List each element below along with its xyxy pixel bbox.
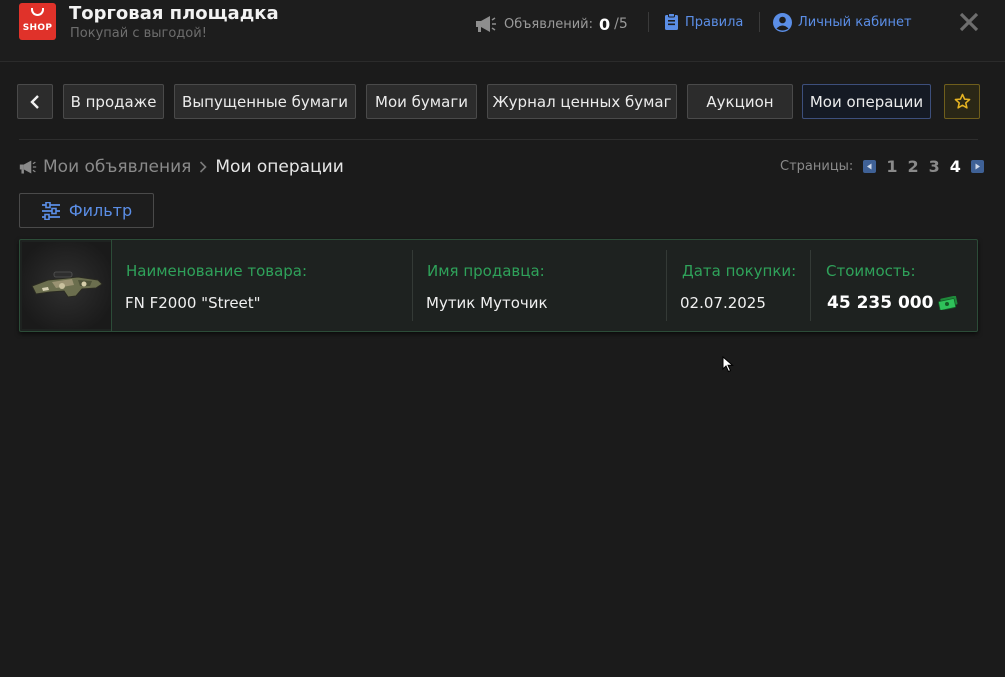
tab-on-sale[interactable]: В продаже xyxy=(63,84,164,119)
app-subtitle: Покупай с выгодой! xyxy=(70,26,207,41)
breadcrumb-parent[interactable]: Мои объявления xyxy=(43,157,191,177)
caret-left-icon xyxy=(867,163,872,169)
tab-issued-papers[interactable]: Выпущенные бумаги xyxy=(174,84,356,119)
purchase-date-value: 02.07.2025 xyxy=(680,294,766,312)
item-name-value: FN F2000 "Street" xyxy=(125,294,261,312)
item-thumbnail xyxy=(22,242,111,329)
mouse-cursor-icon xyxy=(722,356,734,373)
close-icon xyxy=(959,12,979,32)
tab-auction[interactable]: Аукцион xyxy=(687,84,793,119)
filter-button[interactable]: Фильтр xyxy=(19,193,154,228)
operation-row: Наименование товара: FN F2000 "Street" И… xyxy=(19,239,978,332)
seller-value: Мутик Муточик xyxy=(426,294,548,312)
app-title: Торговая площадка xyxy=(69,3,279,24)
chevron-left-icon xyxy=(30,94,39,109)
page-4-current[interactable]: 4 xyxy=(950,157,961,176)
favorites-button[interactable] xyxy=(944,84,980,119)
logo-text: SHOP xyxy=(22,23,53,33)
ads-counter: Объявлений: 0 /5 xyxy=(475,14,628,34)
user-circle-icon xyxy=(773,12,792,32)
next-page-button[interactable] xyxy=(970,159,984,173)
column-divider xyxy=(111,240,112,331)
section-divider xyxy=(19,139,978,140)
ads-count: 0 xyxy=(599,14,611,34)
megaphone-icon xyxy=(19,160,37,174)
header-divider xyxy=(648,12,649,32)
breadcrumb-current: Мои операции xyxy=(215,157,344,177)
caret-right-icon xyxy=(975,163,980,169)
page-2[interactable]: 2 xyxy=(907,157,918,176)
purchase-date-label: Дата покупки: xyxy=(682,262,797,280)
shop-logo: SHOP xyxy=(19,3,56,40)
pagination-label: Страницы: xyxy=(780,158,854,174)
page-3[interactable]: 3 xyxy=(929,157,940,176)
chevron-right-icon xyxy=(200,161,208,173)
clipboard-icon xyxy=(665,13,678,30)
page-1[interactable]: 1 xyxy=(886,157,897,176)
item-name-label: Наименование товара: xyxy=(126,262,308,280)
megaphone-icon xyxy=(476,16,496,32)
header-divider xyxy=(759,12,760,32)
rules-link[interactable]: Правила xyxy=(664,11,743,33)
price: 45 235 000 xyxy=(827,292,958,314)
back-button[interactable] xyxy=(17,84,53,119)
filter-label: Фильтр xyxy=(68,201,133,220)
prev-page-button[interactable] xyxy=(863,159,877,173)
header: SHOP Торговая площадка Покупай с выгодой… xyxy=(0,0,1005,62)
column-divider xyxy=(810,250,811,321)
rules-label: Правила xyxy=(685,14,744,30)
seller-label: Имя продавца: xyxy=(427,262,545,280)
rifle-icon xyxy=(31,271,103,298)
tab-my-papers[interactable]: Мои бумаги xyxy=(366,84,477,119)
column-divider xyxy=(412,250,413,321)
sliders-icon xyxy=(41,201,60,220)
tab-my-operations[interactable]: Мои операции xyxy=(802,84,931,119)
tab-securities-journal[interactable]: Журнал ценных бумаг xyxy=(487,84,677,119)
close-button[interactable] xyxy=(958,11,980,33)
star-icon xyxy=(954,93,970,109)
breadcrumb: Мои объявления Мои операции xyxy=(19,155,344,179)
price-value: 45 235 000 xyxy=(827,293,934,313)
account-label: Личный кабинет xyxy=(798,14,912,30)
column-divider xyxy=(666,250,667,321)
ads-max: /5 xyxy=(614,16,628,32)
cash-icon xyxy=(938,296,958,310)
shopping-bag-icon xyxy=(31,8,44,16)
account-link[interactable]: Личный кабинет xyxy=(773,11,912,33)
price-label: Стоимость: xyxy=(826,262,916,280)
ads-label: Объявлений: xyxy=(504,16,594,32)
pagination: Страницы: 1 2 3 4 xyxy=(780,156,984,176)
